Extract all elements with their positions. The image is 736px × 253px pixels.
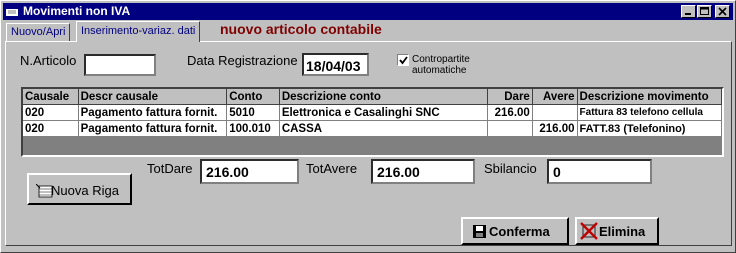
cell-dare[interactable] (487, 120, 533, 137)
elimina-button[interactable]: Elimina (575, 217, 659, 245)
cell-conto[interactable]: 5010 (226, 104, 280, 121)
tab-inserimento[interactable]: Inserimento-variaz. dati (76, 21, 201, 42)
table-row[interactable]: 020 Pagamento fattura fornit. 5010 Elett… (23, 104, 722, 121)
movements-grid[interactable]: Causale Descr causale Conto Descrizione … (21, 87, 724, 157)
sbilancio-label: Sbilancio (484, 161, 537, 176)
articolo-input[interactable] (84, 54, 156, 76)
table-row[interactable]: 020 Pagamento fattura fornit. 100.010 CA… (23, 120, 722, 137)
cell-dare[interactable]: 216.00 (487, 104, 533, 121)
checkmark-icon (399, 56, 408, 65)
table-header-row: Causale Descr causale Conto Descrizione … (23, 89, 722, 105)
conferma-button[interactable]: Conferma (461, 217, 569, 245)
totavere-label: TotAvere (306, 161, 358, 176)
cell-descr-causale[interactable]: Pagamento fattura fornit. (78, 104, 228, 121)
window-title: Movimenti non IVA (23, 4, 131, 18)
floppy-disk-icon (473, 225, 486, 238)
elimina-label: Elimina (599, 224, 646, 239)
close-button[interactable] (715, 5, 730, 18)
contropartite-label: Contropartite automatiche (412, 54, 470, 76)
sbilancio-field[interactable]: 0 (547, 159, 652, 184)
delete-x-icon (580, 222, 598, 240)
totdare-field[interactable]: 216.00 (200, 159, 299, 184)
close-icon (718, 7, 727, 16)
movements-table: Causale Descr causale Conto Descrizione … (23, 89, 722, 137)
maximize-icon (700, 7, 709, 15)
totdare-label: TotDare (147, 161, 193, 176)
cell-causale[interactable]: 020 (23, 120, 79, 137)
col-descrizione-conto[interactable]: Descrizione conto (279, 89, 489, 105)
col-conto[interactable]: Conto (226, 89, 280, 105)
minimize-button[interactable] (681, 5, 696, 18)
col-descr-causale[interactable]: Descr causale (78, 89, 228, 105)
page-heading: nuovo articolo contabile (220, 21, 382, 37)
cell-descrizione-movimento[interactable]: Fattura 83 telefono cellula (577, 104, 722, 121)
cell-descr-causale[interactable]: Pagamento fattura fornit. (78, 120, 228, 137)
col-descrizione-movimento[interactable]: Descrizione movimento (577, 89, 722, 105)
col-causale[interactable]: Causale (23, 89, 79, 105)
cell-conto[interactable]: 100.010 (226, 120, 280, 137)
title-bar[interactable]: Movimenti non IVA (3, 3, 733, 20)
nuova-riga-label: Nuova Riga (51, 183, 119, 198)
totavere-field[interactable]: 216.00 (371, 159, 475, 184)
cell-avere[interactable] (532, 104, 578, 121)
nuova-riga-button[interactable]: Nuova Riga (27, 173, 132, 205)
cell-causale[interactable]: 020 (23, 104, 79, 121)
main-window: Movimenti non IVA Nuovo/Apri Inserimento… (0, 0, 736, 253)
col-dare[interactable]: Dare (487, 89, 533, 105)
cell-avere[interactable]: 216.00 (532, 120, 578, 137)
maximize-button[interactable] (697, 5, 712, 18)
conferma-label: Conferma (489, 224, 550, 239)
data-registrazione-input[interactable]: 18/04/03 (302, 53, 369, 76)
articolo-label: N.Articolo (20, 53, 77, 68)
data-registrazione-label: Data Registrazione (187, 53, 298, 68)
col-avere[interactable]: Avere (532, 89, 578, 105)
cell-descrizione-movimento[interactable]: FATT.83 (Telefonino) (577, 120, 722, 137)
minimize-icon (685, 13, 691, 15)
cell-descrizione-conto[interactable]: Elettronica e Casalinghi SNC (279, 104, 489, 121)
app-window-icon (6, 6, 18, 16)
contropartite-checkbox[interactable] (397, 54, 409, 66)
cell-descrizione-conto[interactable]: CASSA (279, 120, 489, 137)
tab-nuovo-apri[interactable]: Nuovo/Apri (6, 23, 71, 41)
